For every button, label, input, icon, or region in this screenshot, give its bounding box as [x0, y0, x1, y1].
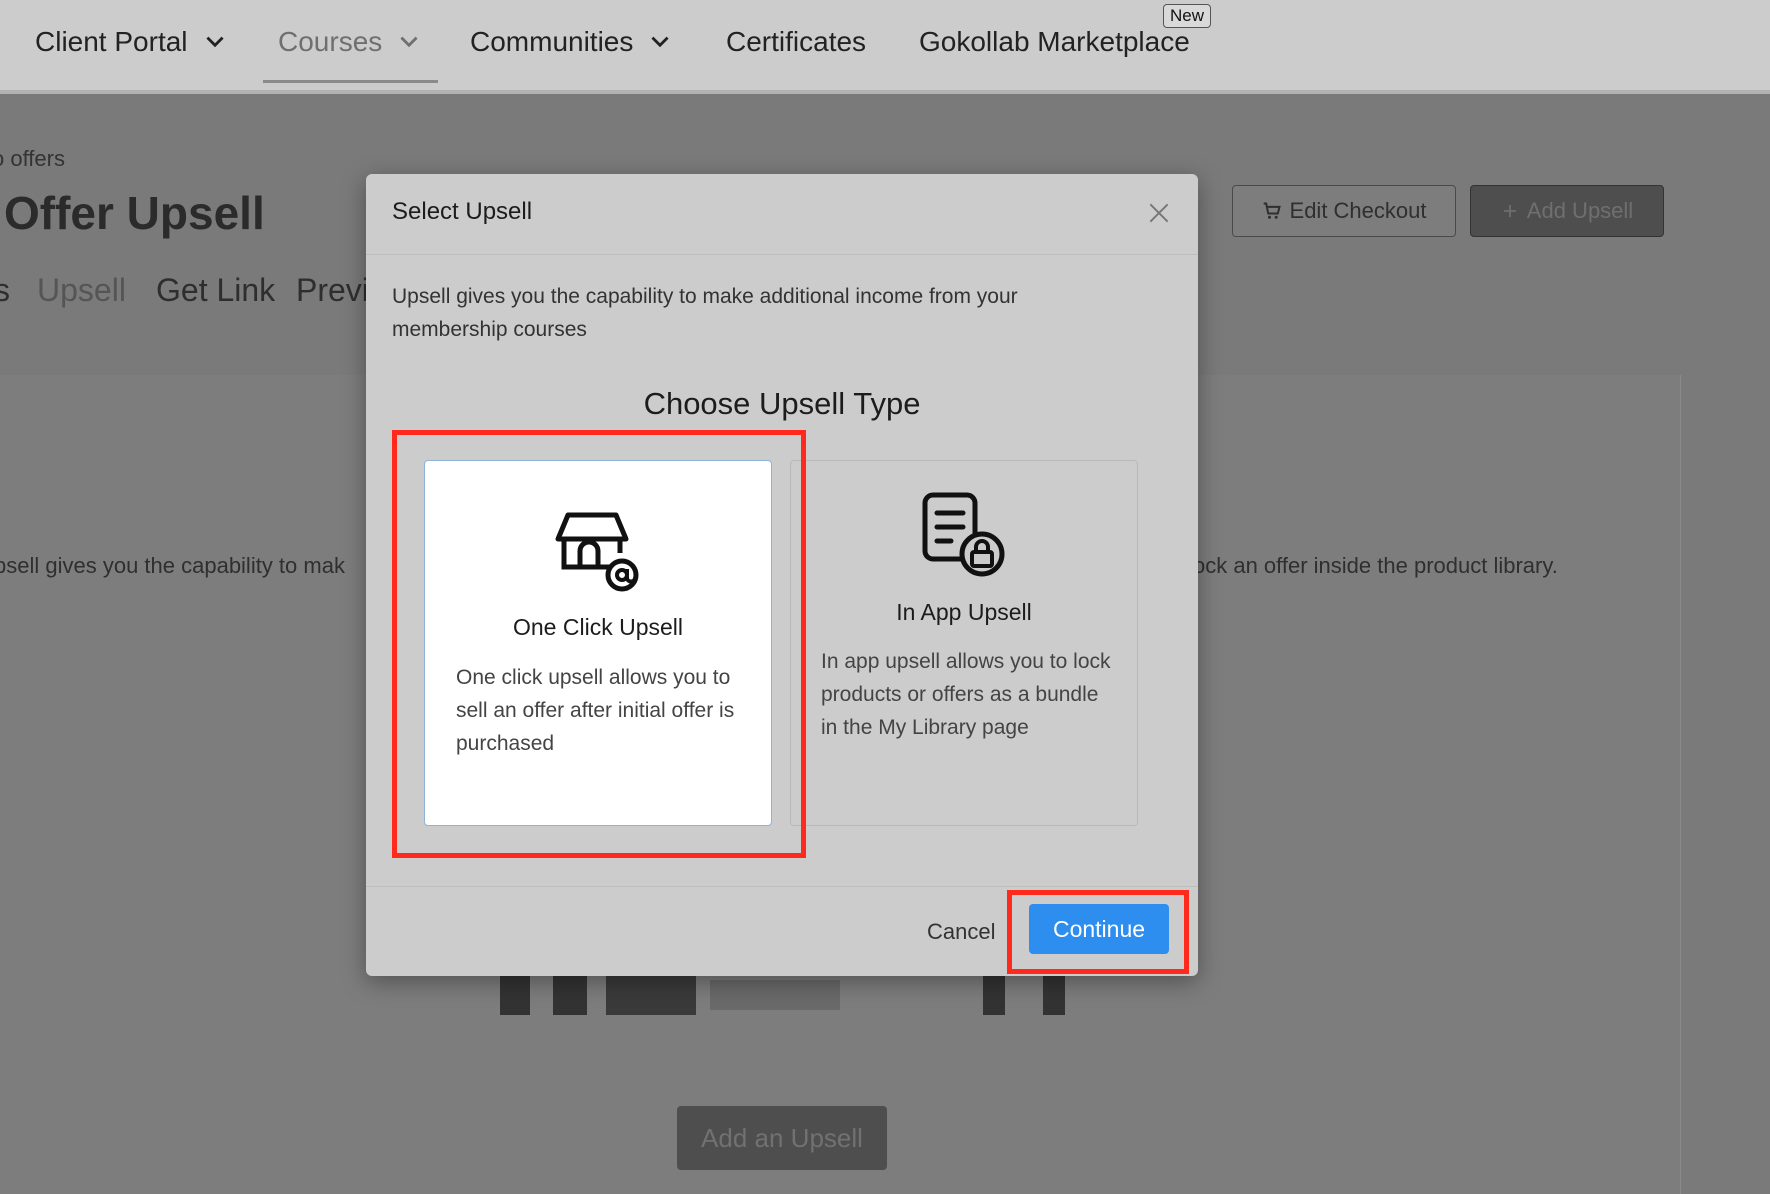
add-upsell-button[interactable]: Add Upsell [1470, 185, 1664, 237]
chevron-down-icon [205, 36, 224, 48]
nav-certificates[interactable]: Certificates [726, 22, 866, 62]
nav-courses[interactable]: Courses [278, 22, 422, 62]
background-description-left: psell gives you the capability to mak [0, 553, 345, 578]
nav-communities[interactable]: Communities [470, 22, 673, 62]
in-app-upsell-description: In app upsell allows you to lock product… [821, 650, 1111, 739]
illustration-part [1043, 975, 1065, 1015]
edit-checkout-button[interactable]: Edit Checkout [1232, 185, 1456, 237]
highlight-box-option [392, 430, 806, 858]
tab-preview[interactable]: Previ [296, 272, 369, 309]
nav-client-portal[interactable]: Client Portal [35, 22, 228, 62]
plus-icon [1503, 205, 1516, 217]
document-lock-icon [922, 492, 1005, 577]
illustration-part [983, 975, 1005, 1015]
top-nav: Client Portal Courses Communities Certif… [0, 0, 1770, 94]
close-icon[interactable] [1146, 200, 1172, 226]
in-app-upsell-label: In App Upsell [896, 599, 1032, 625]
modal-description: Upsell gives you the capability to make … [392, 285, 1018, 341]
breadcrumb[interactable]: o offers [0, 146, 65, 172]
modal-header: Select Upsell [366, 174, 1198, 255]
chevron-down-icon [400, 36, 418, 48]
illustration-part [553, 975, 587, 1015]
tab-upsell[interactable]: Upsell [37, 272, 126, 309]
in-app-upsell-option[interactable]: In App Upsell In app upsell allows you t… [790, 460, 1138, 826]
tab-partial[interactable]: s [0, 272, 10, 309]
new-badge: New [1163, 4, 1212, 28]
add-an-upsell-button[interactable]: Add an Upsell [677, 1106, 887, 1170]
nav-marketplace[interactable]: Gokollab Marketplace [919, 22, 1190, 62]
modal-title: Select Upsell [392, 198, 533, 225]
choose-upsell-type-heading: Choose Upsell Type [643, 386, 921, 421]
illustration-part [606, 975, 696, 1015]
page-title: Offer Upsell [4, 187, 265, 239]
tab-get-link[interactable]: Get Link [156, 272, 275, 309]
background-description-right: ock an offer inside the product library. [1193, 553, 1558, 578]
cancel-button[interactable]: Cancel [921, 911, 1001, 953]
illustration-part [500, 975, 530, 1015]
highlight-box-continue [1007, 890, 1189, 974]
chevron-down-icon [651, 36, 669, 48]
cart-icon [1263, 202, 1281, 219]
illustration-part [710, 980, 840, 1010]
nav-active-indicator [263, 80, 438, 83]
